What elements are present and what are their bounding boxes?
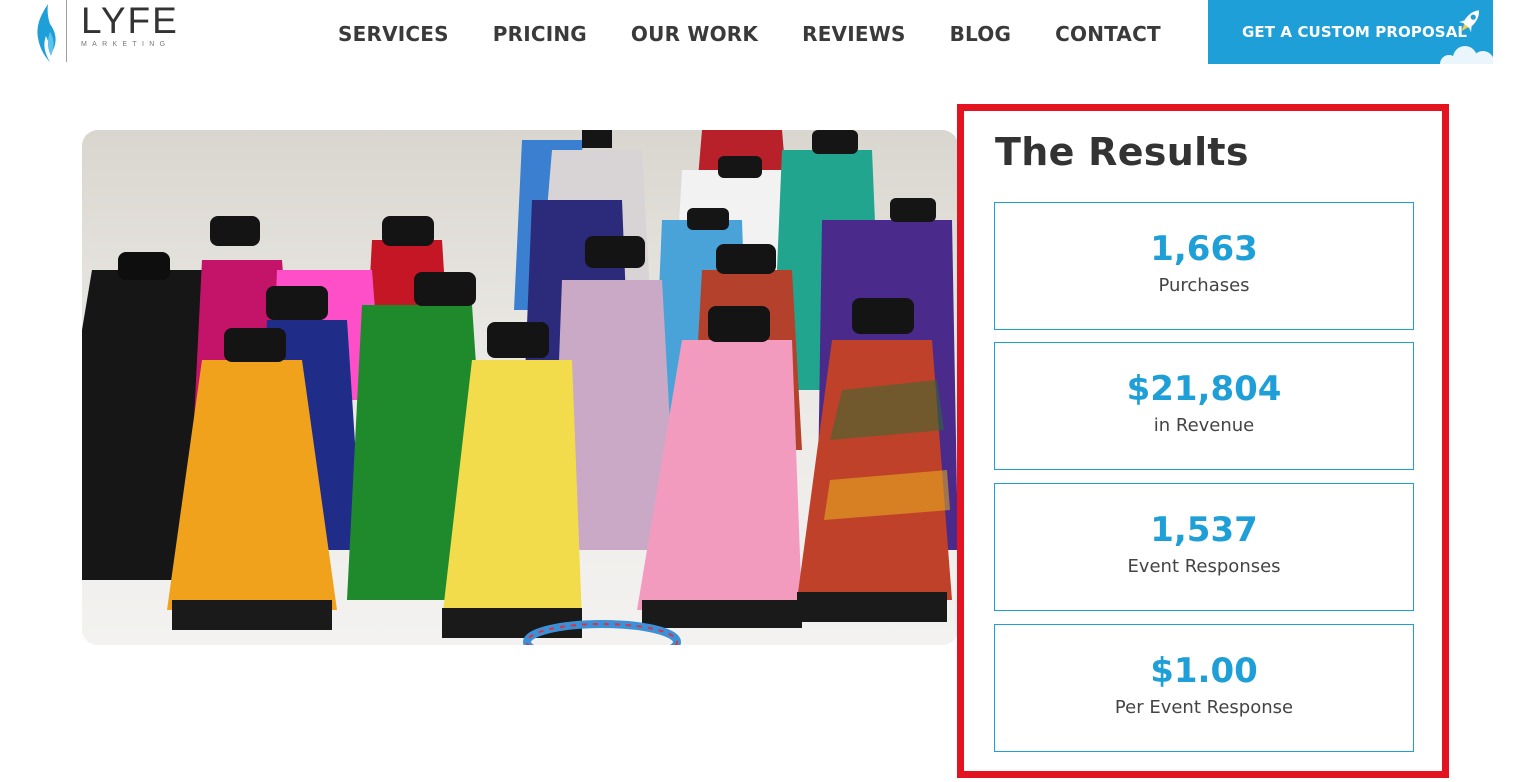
stat-card-revenue: $21,804 in Revenue [994,342,1414,470]
stat-card-cost-per-response: $1.00 Per Event Response [994,624,1414,752]
logo-divider [66,0,67,62]
stat-card-event-responses: 1,537 Event Responses [994,483,1414,611]
rocket-icon [1458,10,1480,33]
stat-label: Per Event Response [1114,697,1294,718]
stat-value: $21,804 [1126,369,1282,409]
brand-logo[interactable]: LYFE MARKETING [34,0,194,64]
nav-item-reviews[interactable]: REVIEWS [802,22,906,46]
nav-item-blog[interactable]: BLOG [950,22,1012,46]
stat-label: Event Responses [1127,556,1281,577]
logo-tagline: MARKETING [81,41,171,48]
cloud-decoration [1440,46,1493,64]
nav-item-our-work[interactable]: OUR WORK [631,22,758,46]
stat-card-purchases: 1,663 Purchases [994,202,1414,330]
page: LYFE MARKETING SERVICES PRICING OUR WORK… [0,0,1534,782]
nav-item-services[interactable]: SERVICES [338,22,449,46]
flame-icon [37,4,56,62]
stat-value: $1.00 [1150,651,1258,691]
custom-proposal-button[interactable]: GET A CUSTOM PROPOSAL [1208,0,1493,64]
logo-text: LYFE MARKETING [81,2,179,50]
stat-label: Purchases [1158,275,1250,296]
hero-image [82,130,958,645]
stat-value: 1,537 [1150,510,1258,550]
nav-item-contact[interactable]: CONTACT [1055,22,1161,46]
logo-wordmark: LYFE [81,0,179,41]
results-title: The Results [995,130,1249,174]
yarn-spools-photo [82,130,958,645]
nav-item-pricing[interactable]: PRICING [493,22,587,46]
main-nav: SERVICES PRICING OUR WORK REVIEWS BLOG C… [316,16,1183,52]
stat-value: 1,663 [1150,229,1258,269]
stat-label: in Revenue [1153,415,1255,436]
custom-proposal-label: GET A CUSTOM PROPOSAL [1242,22,1468,41]
